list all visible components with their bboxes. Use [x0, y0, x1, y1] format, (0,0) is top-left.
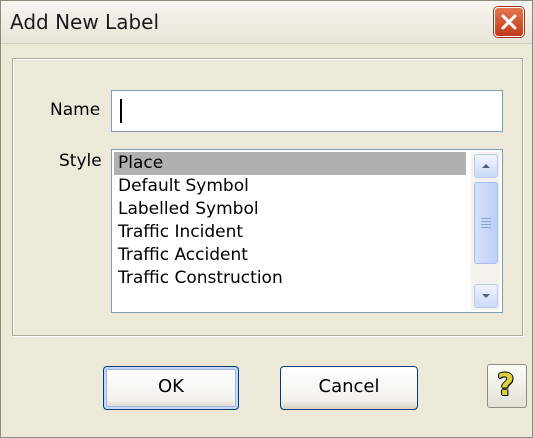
scroll-down-button[interactable]: [474, 284, 498, 308]
close-icon: [501, 14, 517, 30]
scroll-up-button[interactable]: [474, 154, 498, 178]
name-label: Name: [50, 100, 101, 120]
cancel-button[interactable]: Cancel: [280, 366, 418, 410]
list-item[interactable]: Traffic Incident: [114, 221, 466, 244]
list-item[interactable]: Default Symbol: [114, 175, 466, 198]
close-button[interactable]: [494, 7, 524, 37]
grip-line: [481, 221, 491, 222]
title-bar[interactable]: Add New Label: [1, 1, 532, 44]
grip-line: [481, 224, 491, 225]
add-label-dialog: Add New Label Name Style Place Default S…: [0, 0, 533, 438]
grip-line: [481, 227, 491, 228]
style-options: Place Default Symbol Labelled Symbol Tra…: [114, 152, 466, 290]
vertical-scrollbar[interactable]: [471, 152, 500, 310]
list-item[interactable]: Labelled Symbol: [114, 198, 466, 221]
style-label: Style: [59, 151, 102, 171]
ok-button[interactable]: OK: [103, 366, 239, 410]
style-listbox[interactable]: Place Default Symbol Labelled Symbol Tra…: [111, 149, 503, 313]
scroll-thumb[interactable]: [474, 182, 498, 264]
grip-line: [481, 218, 491, 219]
name-input[interactable]: [111, 90, 503, 132]
chevron-down-icon: [482, 294, 490, 298]
text-caret: [120, 99, 122, 123]
dialog-title: Add New Label: [10, 10, 160, 34]
chevron-up-icon: [482, 164, 490, 168]
help-button[interactable]: ?: [487, 364, 527, 408]
help-icon: ?: [497, 368, 515, 403]
list-item[interactable]: Traffic Construction: [114, 267, 466, 290]
list-item[interactable]: Place: [114, 152, 466, 175]
list-item[interactable]: Traffic Accident: [114, 244, 466, 267]
